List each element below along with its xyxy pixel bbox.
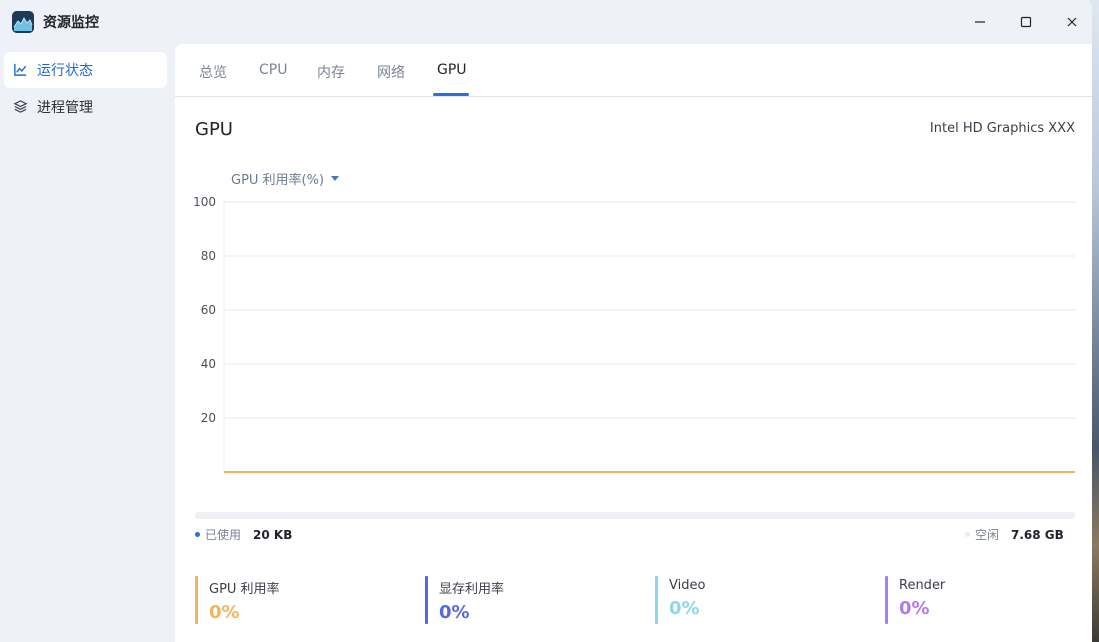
- used-label: 已使用: [205, 528, 242, 542]
- close-button[interactable]: [1057, 8, 1087, 36]
- memory-usage-bar: [195, 512, 1075, 519]
- legend-free: 空闲 7.68 GB: [965, 526, 1064, 543]
- metric-dropdown-label: GPU 利用率(%): [231, 173, 325, 188]
- tab-gpu[interactable]: GPU: [437, 62, 467, 97]
- sidebar-item-label: 进程管理: [37, 100, 93, 116]
- stat-value: 0%: [899, 598, 930, 619]
- stat-value: 0%: [439, 602, 470, 623]
- stat-video: Video 0%: [655, 576, 865, 625]
- used-dot-icon: [195, 532, 200, 537]
- sidebar-item-label: 运行状态: [37, 63, 93, 79]
- main-panel: 总览 CPU 内存 网络 GPU GPU Intel HD Graphics X…: [175, 44, 1092, 642]
- stat-label: 显存利用率: [439, 582, 505, 597]
- legend-used: 已使用 20 KB: [195, 526, 292, 543]
- stat-label: Video: [669, 578, 706, 593]
- title-bar: 资源监控: [0, 0, 1092, 44]
- minimize-button[interactable]: [965, 8, 995, 36]
- stat-color-bar: [195, 576, 198, 624]
- close-icon: [1067, 17, 1077, 27]
- maximize-button[interactable]: [1011, 8, 1041, 36]
- y-tick-label: 80: [201, 249, 216, 263]
- tab-bar: 总览 CPU 内存 网络 GPU: [175, 44, 1092, 97]
- free-label: 空闲: [975, 528, 1000, 542]
- stat-value: 0%: [209, 602, 240, 623]
- tab-cpu[interactable]: CPU: [259, 62, 287, 97]
- app-title: 资源监控: [43, 15, 99, 31]
- minimize-icon: [975, 21, 985, 23]
- tab-memory[interactable]: 内存: [317, 62, 345, 97]
- gpu-device-name: Intel HD Graphics XXX: [929, 121, 1075, 136]
- line-chart-icon: [13, 62, 29, 78]
- stat-value: 0%: [669, 598, 700, 619]
- used-value: 20 KB: [253, 527, 293, 542]
- stat-vram-usage: 显存利用率 0%: [425, 576, 635, 625]
- layers-icon: [13, 99, 29, 115]
- caret-down-icon: [331, 176, 340, 181]
- y-tick-label: 20: [201, 411, 216, 425]
- stat-render: Render 0%: [885, 576, 1092, 625]
- app-logo-icon: [12, 11, 34, 33]
- sidebar: 运行状态 进程管理: [0, 44, 175, 642]
- maximize-icon: [1020, 16, 1032, 28]
- free-value: 7.68 GB: [1011, 527, 1064, 542]
- y-tick-label: 60: [201, 303, 216, 317]
- free-dot-icon: [965, 532, 970, 537]
- stat-label: Render: [899, 578, 946, 593]
- stat-color-bar: [655, 576, 658, 624]
- y-tick-label: 40: [201, 357, 216, 371]
- sidebar-item-status[interactable]: 运行状态: [4, 52, 167, 88]
- y-tick-label: 100: [193, 195, 216, 209]
- tab-overview[interactable]: 总览: [199, 62, 227, 97]
- stat-color-bar: [885, 576, 888, 624]
- gpu-usage-chart: 20 40 60 80 100: [193, 195, 1075, 473]
- section-title: GPU: [195, 119, 233, 140]
- stat-gpu-usage: GPU 利用率 0%: [195, 576, 405, 625]
- sidebar-item-process[interactable]: 进程管理: [4, 89, 167, 125]
- metric-dropdown[interactable]: GPU 利用率(%): [231, 169, 340, 188]
- stat-color-bar: [425, 576, 428, 624]
- active-tab-indicator: [433, 93, 469, 96]
- app-window: 资源监控 运行状态 进程管理 总览 CPU 内存 网络 GPU GPU Inte…: [0, 0, 1092, 642]
- tab-network[interactable]: 网络: [377, 62, 405, 97]
- stat-label: GPU 利用率: [209, 582, 280, 597]
